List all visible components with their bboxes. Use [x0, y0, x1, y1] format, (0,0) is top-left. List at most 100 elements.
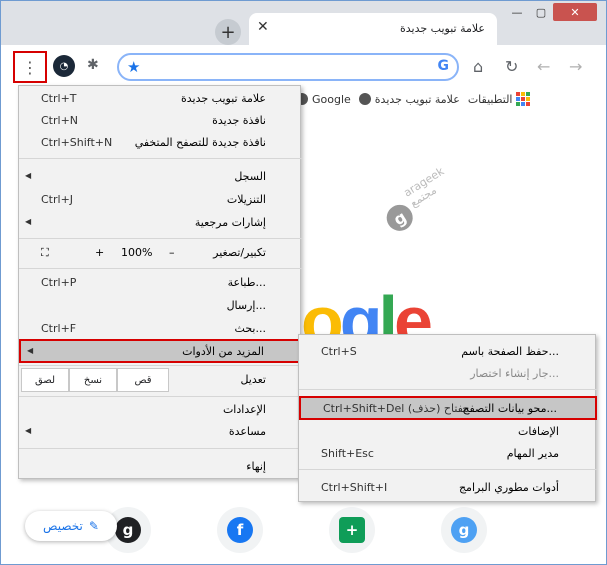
address-bar[interactable]: ★ G: [117, 53, 459, 81]
menu-label: بحث...: [234, 322, 266, 335]
shortcut-text: Ctrl+Shift+Del مفتاح (حذف): [323, 402, 470, 415]
menu-label: الإضافات: [518, 425, 559, 438]
pencil-icon: ✎: [88, 519, 99, 533]
menu-divider: [19, 396, 302, 397]
menu-item-help[interactable]: ◀ مساعدة: [19, 421, 302, 443]
facebook-icon: f: [227, 517, 253, 543]
menu-item-settings[interactable]: الإعدادات: [19, 399, 302, 421]
menu-item-bookmarks[interactable]: ◀ إشارات مرجعية: [19, 212, 302, 234]
menu-divider: [19, 268, 302, 269]
menu-label: محو بيانات التصفح...: [462, 402, 557, 415]
shortcut-text: Shift+Esc: [321, 447, 374, 460]
copy-button[interactable]: نسخ: [69, 368, 117, 392]
shortcut-text: Ctrl+J: [41, 193, 74, 206]
submenu-item-task-manager[interactable]: Shift+Esc مدير المهام: [299, 443, 597, 465]
shortcut-text: Ctrl+P: [41, 276, 77, 289]
chrome-menu: Ctrl+T علامة تبويب جديدة Ctrl+N نافذة جديد…: [18, 85, 302, 479]
menu-label: نافذة جديدة للتصفح المتخفي: [134, 136, 266, 149]
menu-item-more-tools[interactable]: ◀ المزيد من الأدوات: [19, 339, 302, 363]
arageek-icon: g: [115, 517, 141, 543]
shortcut-text: Ctrl+T: [41, 92, 77, 105]
more-tools-submenu: Ctrl+S حفظ الصفحة باسم... جار إنشاء اختصا…: [298, 334, 597, 502]
tab-title: علامة تبويب جديدة: [399, 22, 485, 35]
edit-label: تعديل: [240, 373, 266, 386]
shortcut-text: Ctrl+Shift+I: [321, 481, 388, 494]
submenu-item-save-page[interactable]: Ctrl+S حفظ الصفحة باسم...: [299, 341, 597, 363]
menu-item-find[interactable]: Ctrl+F بحث...: [19, 318, 302, 340]
bookmark-google[interactable]: Google: [296, 93, 351, 106]
profile-avatar[interactable]: ◔: [53, 55, 75, 77]
menu-label: إرسال...: [226, 299, 266, 312]
bookmark-new-tab[interactable]: علامة تبويب جديدة: [358, 93, 460, 106]
forward-icon[interactable]: →: [569, 57, 582, 76]
zoom-value: 100%: [121, 246, 153, 259]
menu-item-incognito[interactable]: Ctrl+Shift+N نافذة جديدة للتصفح المتخفي: [19, 132, 302, 154]
title-bar: — ▢ ✕ + ✕ علامة تبويب جديدة: [1, 1, 606, 45]
extensions-icon[interactable]: ✱: [87, 57, 99, 73]
menu-label: علامة تبويب جديدة: [180, 92, 266, 105]
shortcut-tiles: g f + g: [101, 501, 521, 561]
menu-divider: [19, 448, 302, 449]
menu-item-cast[interactable]: إرسال...: [19, 295, 302, 317]
apps-grid-icon: [516, 92, 531, 106]
shortcut-text: Ctrl+N: [41, 114, 79, 127]
bookmark-label: Google: [312, 92, 351, 106]
home-icon[interactable]: ⌂: [473, 57, 483, 76]
menu-item-history[interactable]: ◀ السجل: [19, 166, 302, 188]
menu-label: المزيد من الأدوات: [182, 345, 264, 358]
paste-button[interactable]: لصق: [21, 368, 69, 392]
menu-item-new-window[interactable]: Ctrl+N نافذة جديدة: [19, 110, 302, 132]
bookmark-apps[interactable]: التطبيقات: [468, 92, 531, 106]
menu-label: مدير المهام: [506, 447, 559, 460]
close-window-button[interactable]: ✕: [553, 3, 597, 21]
back-icon[interactable]: ←: [537, 57, 550, 76]
submenu-item-create-shortcut[interactable]: جار إنشاء اختصار...: [299, 363, 597, 385]
toolbar: ⋮ ◔ ✱ ★ G ⌂ ↻ ← →: [1, 45, 606, 87]
fullscreen-icon[interactable]: ⛶: [41, 246, 49, 260]
menu-label: الإعدادات: [222, 403, 266, 416]
google-search-icon: G: [437, 58, 450, 74]
new-tab-button[interactable]: +: [215, 19, 241, 45]
bookmark-star-icon[interactable]: ★: [127, 58, 140, 76]
menu-label: نافذة جديدة: [212, 114, 266, 127]
menu-item-print[interactable]: Ctrl+P طباعة...: [19, 272, 302, 294]
menu-label: حفظ الصفحة باسم...: [461, 345, 559, 358]
shortcut-text: Ctrl+S: [321, 345, 357, 358]
submenu-arrow-icon: ◀: [25, 217, 32, 226]
menu-label: جار إنشاء اختصار...: [470, 367, 559, 380]
kebab-menu-icon: ⋮: [22, 57, 38, 77]
submenu-item-clear-browsing-data[interactable]: Ctrl+Shift+Del مفتاح (حذف) محو بيانات الت…: [299, 396, 597, 420]
menu-label: السجل: [234, 170, 266, 183]
edit-row: لصق نسخ قص تعديل: [19, 368, 302, 392]
menu-label: إنهاء: [246, 460, 266, 473]
add-shortcut-icon: +: [339, 517, 365, 543]
shortcut-tile[interactable]: +: [329, 507, 375, 553]
zoom-out-button[interactable]: –: [169, 246, 175, 259]
chrome-menu-button[interactable]: ⋮: [13, 51, 47, 83]
shortcut-tile[interactable]: f: [217, 507, 263, 553]
browser-window: — ▢ ✕ + ✕ علامة تبويب جديدة ⋮ ◔ ✱ ★ G ⌂ …: [0, 0, 607, 565]
shortcut-tile[interactable]: g: [441, 507, 487, 553]
menu-divider: [299, 469, 597, 470]
shortcut-text: Ctrl+Shift+N: [41, 136, 113, 149]
menu-item-new-tab[interactable]: Ctrl+T علامة تبويب جديدة: [19, 88, 302, 110]
bookmark-label: التطبيقات: [467, 92, 513, 106]
menu-label: إشارات مرجعية: [194, 216, 266, 229]
browser-tab[interactable]: ✕ علامة تبويب جديدة: [249, 13, 497, 45]
menu-label: طباعة...: [227, 276, 266, 289]
submenu-item-dev-tools[interactable]: Ctrl+Shift+I أدوات مطوري البرامج: [299, 477, 597, 499]
zoom-in-button[interactable]: +: [95, 246, 104, 259]
minimize-button[interactable]: —: [505, 3, 529, 21]
menu-label: أدوات مطوري البرامج: [458, 481, 559, 494]
menu-divider: [19, 238, 302, 239]
reload-icon[interactable]: ↻: [505, 57, 518, 76]
submenu-arrow-icon: ◀: [25, 171, 32, 180]
maximize-button[interactable]: ▢: [529, 3, 553, 21]
cut-button[interactable]: قص: [117, 368, 169, 392]
tab-close-icon[interactable]: ✕: [257, 19, 269, 35]
menu-item-exit[interactable]: إنهاء: [19, 456, 302, 478]
submenu-item-extensions[interactable]: الإضافات: [299, 421, 597, 443]
customize-button[interactable]: تخصيص ✎: [25, 511, 117, 541]
menu-divider: [19, 365, 302, 366]
menu-item-downloads[interactable]: Ctrl+J التنزيلات: [19, 189, 302, 211]
